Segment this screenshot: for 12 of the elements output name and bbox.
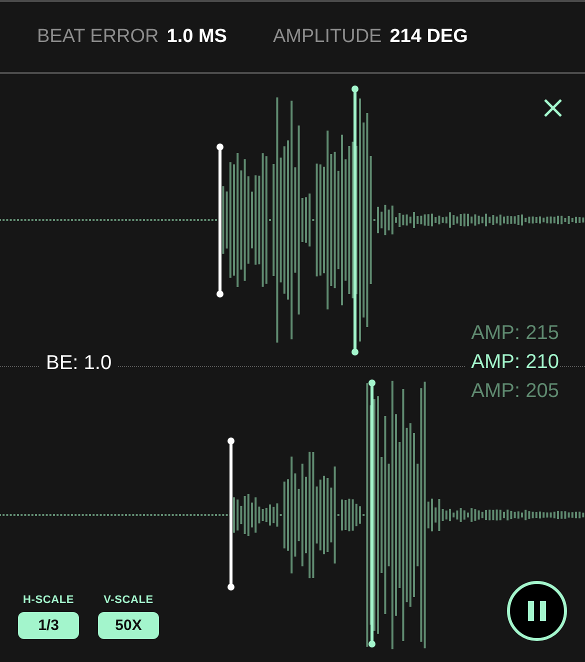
beat-marker[interactable] xyxy=(228,438,234,590)
metric-label: AMPLITUDE xyxy=(272,26,382,48)
metric-value: 1.0 MS xyxy=(166,26,227,48)
amplitude-marker[interactable] xyxy=(352,86,358,356)
scale-button[interactable]: 50X xyxy=(98,612,159,639)
metric-label: BEAT ERROR xyxy=(37,26,159,48)
scale-button[interactable]: 1/3 xyxy=(18,612,79,639)
amplitude-marker[interactable] xyxy=(368,380,376,648)
metric-value: 214 DEG xyxy=(390,26,468,48)
beat-marker[interactable] xyxy=(216,144,224,298)
scale-label: V-SCALE xyxy=(104,594,154,606)
scale-label: H-SCALE xyxy=(23,594,74,606)
